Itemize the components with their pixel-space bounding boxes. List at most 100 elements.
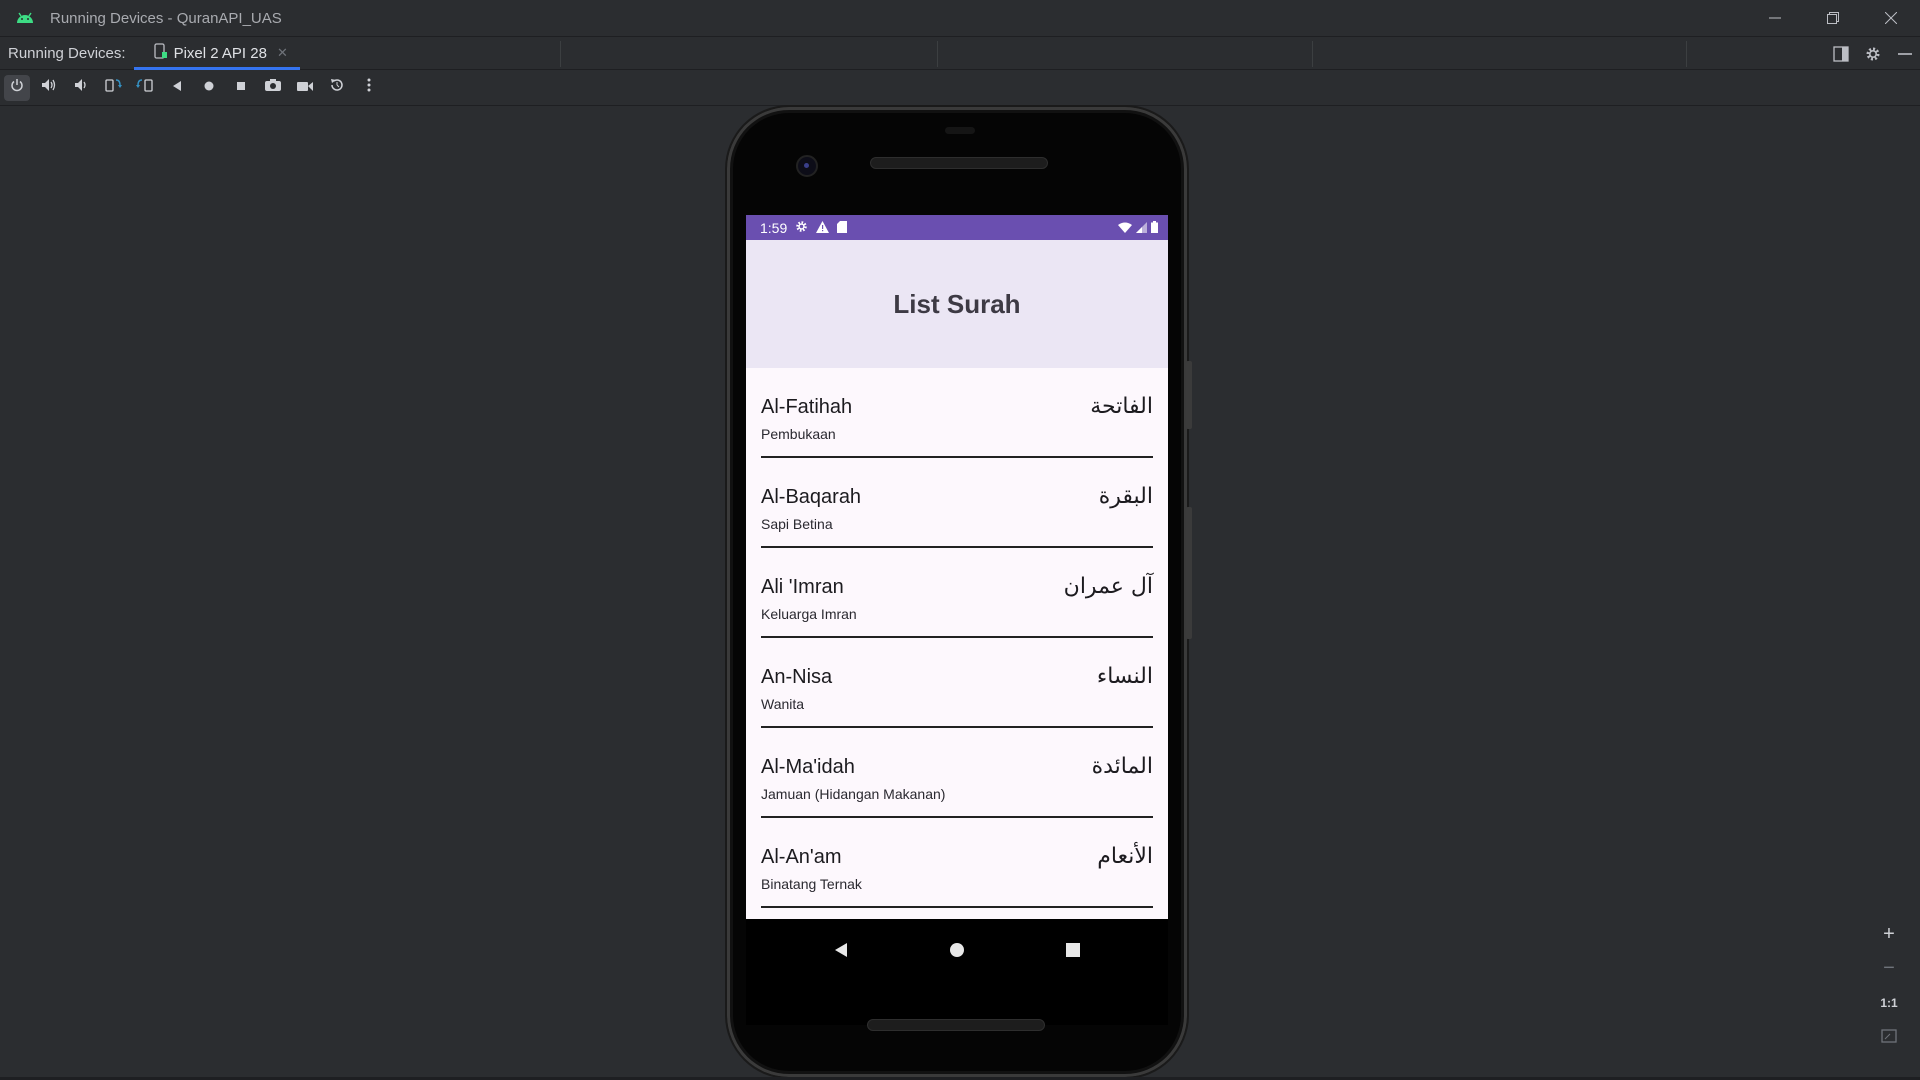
minimize-window-button[interactable]	[1746, 0, 1804, 36]
page-title: List Surah	[893, 288, 1021, 319]
rotate-right-button[interactable]	[132, 75, 158, 101]
restore-window-button[interactable]	[1804, 0, 1862, 36]
tab-divider	[560, 41, 561, 67]
back-icon	[171, 79, 183, 97]
overview-button[interactable]	[228, 75, 254, 101]
emulator-toolbar	[0, 70, 1920, 106]
screen-record-button[interactable]	[292, 75, 318, 101]
screen-record-icon	[296, 79, 314, 97]
list-item[interactable]: Al-An'am الأنعام Binatang Ternak	[761, 818, 1153, 908]
tab-pixel-2-api-28[interactable]: Pixel 2 API 28 ✕	[133, 37, 300, 70]
app-top-bar: List Surah	[746, 240, 1168, 368]
nav-overview-button[interactable]	[1058, 937, 1088, 967]
home-icon	[203, 79, 215, 97]
tab-divider	[1312, 41, 1313, 67]
fit-screen-icon	[1881, 1026, 1897, 1049]
surah-arabic-name: المائدة	[1091, 754, 1153, 779]
phone-frame: 1:59 List Surah Al-Fatihah الفاتحة Pembu…	[727, 107, 1192, 1077]
front-camera-icon	[796, 155, 818, 177]
volume-up-icon	[41, 78, 57, 97]
list-item[interactable]: An-Nisa النساء Wanita	[761, 638, 1153, 728]
surah-latin-name: Al-Baqarah	[761, 486, 862, 508]
close-tab-icon[interactable]: ✕	[277, 45, 288, 61]
rotate-left-icon	[104, 77, 122, 98]
reset-button[interactable]	[324, 75, 350, 101]
phone-volume-side-button	[1186, 507, 1192, 639]
wifi-icon	[1118, 220, 1132, 236]
volume-up-button[interactable]	[36, 75, 62, 101]
window-title-bar: Running Devices - QuranAPI_UAS	[0, 0, 1920, 36]
surah-latin-name: An-Nisa	[761, 666, 833, 688]
android-status-bar: 1:59	[746, 215, 1168, 240]
surah-arabic-name: البقرة	[1098, 484, 1153, 509]
status-time: 1:59	[760, 219, 788, 236]
device-tab-icon	[153, 43, 168, 63]
tab-divider	[1686, 41, 1687, 67]
phone-sensor	[945, 127, 975, 134]
surah-meaning: Wanita	[761, 696, 805, 712]
running-devices-tabbar: Running Devices: Pixel 2 API 28 ✕	[0, 36, 1920, 70]
rotate-left-button[interactable]	[100, 75, 126, 101]
device-tab-label: Pixel 2 API 28	[173, 44, 267, 62]
nav-back-button[interactable]	[826, 937, 856, 967]
surah-latin-name: Al-Ma'idah	[761, 756, 855, 778]
settings-icon	[795, 220, 808, 236]
tab-divider	[937, 41, 938, 67]
list-item[interactable]: Al-Baqarah البقرة Sapi Betina	[761, 458, 1153, 548]
surah-meaning: Binatang Ternak	[761, 876, 862, 892]
zoom-in-button[interactable]: +	[1873, 918, 1905, 950]
back-button[interactable]	[164, 75, 190, 101]
home-button[interactable]	[196, 75, 222, 101]
surah-arabic-name: آل عمران	[1063, 574, 1153, 599]
device-display-area: 1:59 List Surah Al-Fatihah الفاتحة Pembu…	[0, 106, 1920, 1080]
zoom-actual-size-button[interactable]: 1:1	[1873, 987, 1905, 1019]
home-circle-icon	[949, 942, 965, 963]
zoom-out-button[interactable]: −	[1873, 953, 1905, 985]
list-item[interactable]: Al-Ma'idah المائدة Jamuan (Hidangan Maka…	[761, 728, 1153, 818]
surah-latin-name: Ali 'Imran	[761, 576, 844, 598]
surah-latin-name: Al-An'am	[761, 846, 842, 868]
surah-list[interactable]: Al-Fatihah الفاتحة Pembukaan Al-Baqarah …	[746, 368, 1168, 919]
android-icon	[0, 12, 50, 24]
running-devices-label: Running Devices:	[8, 44, 126, 62]
battery-icon	[1151, 220, 1158, 236]
warning-icon	[816, 220, 830, 236]
volume-down-icon	[74, 78, 88, 97]
surah-meaning: Jamuan (Hidangan Makanan)	[761, 786, 946, 802]
power-button[interactable]	[4, 74, 30, 101]
overview-square-icon	[1065, 942, 1081, 963]
overview-icon	[235, 79, 247, 97]
surah-arabic-name: الفاتحة	[1090, 394, 1153, 419]
signal-icon	[1136, 220, 1147, 236]
reset-icon	[329, 77, 345, 98]
rotate-right-icon	[136, 77, 154, 98]
more-icon	[367, 78, 371, 97]
surah-arabic-name: الأنعام	[1097, 844, 1153, 869]
volume-down-button[interactable]	[68, 75, 94, 101]
list-item[interactable]: Ali 'Imran آل عمران Keluarga Imran	[761, 548, 1153, 638]
window-title: Running Devices - QuranAPI_UAS	[50, 9, 282, 27]
power-icon	[10, 78, 24, 97]
hide-panel-icon[interactable]	[1896, 45, 1914, 63]
surah-latin-name: Al-Fatihah	[761, 396, 853, 418]
back-triangle-icon	[833, 942, 849, 963]
sd-card-icon	[837, 220, 848, 236]
surah-meaning: Sapi Betina	[761, 516, 833, 532]
surah-arabic-name: النساء	[1096, 664, 1153, 689]
zoom-fit-button[interactable]	[1873, 1022, 1905, 1054]
screenshot-icon	[264, 78, 282, 97]
nav-home-button[interactable]	[942, 937, 972, 967]
gear-icon[interactable]	[1864, 45, 1882, 63]
layout-toggle-icon[interactable]	[1832, 45, 1850, 63]
close-window-button[interactable]	[1862, 0, 1920, 36]
screenshot-button[interactable]	[260, 75, 286, 101]
surah-meaning: Keluarga Imran	[761, 606, 857, 622]
phone-screen[interactable]: 1:59 List Surah Al-Fatihah الفاتحة Pembu…	[746, 215, 1168, 1025]
list-item[interactable]: Al-Fatihah الفاتحة Pembukaan	[761, 368, 1153, 458]
zoom-controls: + − 1:1	[1872, 918, 1906, 1054]
phone-power-side-button	[1186, 361, 1192, 429]
more-options-button[interactable]	[356, 75, 382, 101]
phone-top-speaker	[870, 157, 1048, 169]
android-nav-bar	[746, 919, 1168, 1025]
phone-bottom-speaker	[867, 1019, 1045, 1031]
